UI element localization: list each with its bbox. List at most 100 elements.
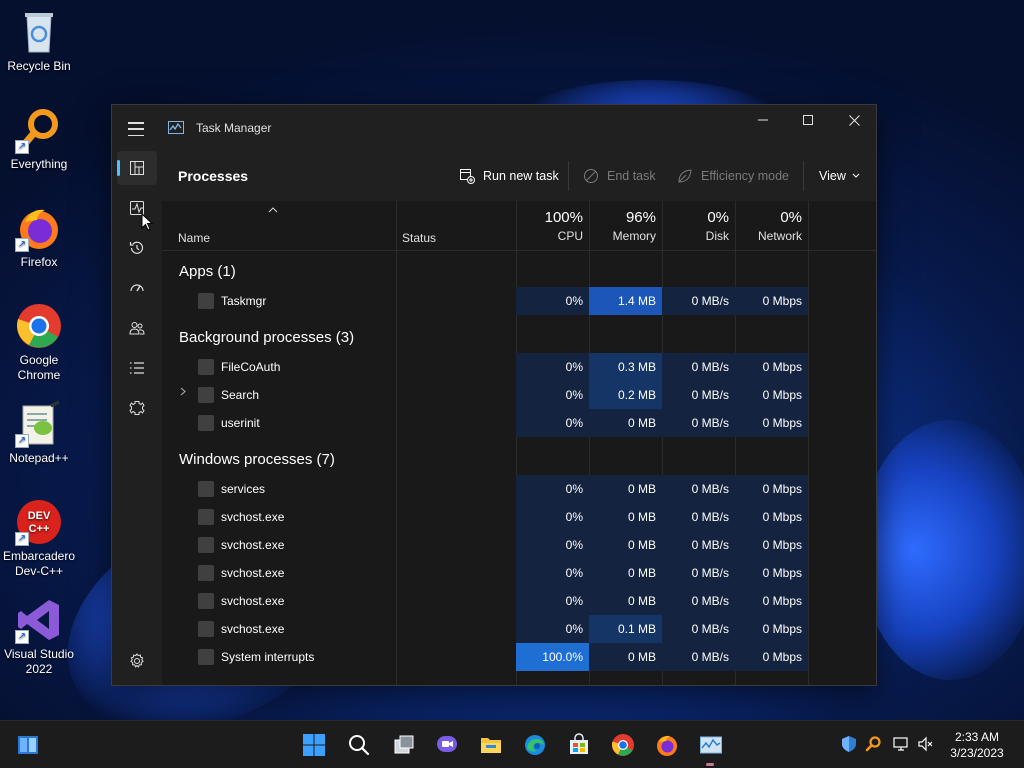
cpu-cell: 100.0%	[516, 643, 589, 671]
group-header-windows-processes[interactable]: Windows processes (7)	[162, 439, 876, 473]
store-button[interactable]	[565, 731, 593, 759]
efficiency-mode-label: Efficiency mode	[701, 169, 790, 183]
firefox-icon: ↗	[15, 204, 63, 252]
show-desktop-widget-button[interactable]	[14, 731, 42, 759]
desktop-icon-label: Recycle Bin	[7, 59, 71, 73]
desktop-icon-notepad-plus-plus[interactable]: ↗ Notepad++	[2, 400, 76, 466]
chrome-icon	[612, 734, 634, 756]
task-manager-button[interactable]	[697, 731, 725, 759]
table-row[interactable]: services 0% 0 MB 0 MB/s 0 Mbps	[162, 475, 876, 503]
process-name: Search	[221, 388, 260, 402]
table-row[interactable]: svchost.exe 0% 0.1 MB 0 MB/s 0 Mbps	[162, 615, 876, 643]
search-button[interactable]	[345, 731, 373, 759]
services-icon	[129, 401, 145, 415]
run-new-task-button[interactable]: Run new task	[459, 166, 559, 186]
clock[interactable]: 2:33 AM 3/23/2023	[936, 729, 1018, 761]
disk-cell: 0 MB/s	[662, 531, 735, 559]
view-dropdown[interactable]: View	[819, 166, 868, 186]
column-header-memory[interactable]: 96% Memory	[589, 209, 656, 243]
table-row[interactable]: userinit 0% 0 MB 0 MB/s 0 Mbps	[162, 409, 876, 437]
task-manager-window: Task Manager Processes Run new task End …	[111, 104, 877, 686]
settings-button[interactable]	[127, 651, 147, 671]
firefox-button[interactable]	[653, 731, 681, 759]
group-header-apps[interactable]: Apps (1)	[162, 251, 876, 285]
nav-item-processes[interactable]	[117, 151, 157, 185]
process-icon	[198, 649, 214, 665]
desktop-icon-recycle-bin[interactable]: Recycle Bin	[2, 8, 76, 74]
desktop-icon-everything[interactable]: ↗ Everything	[2, 106, 76, 172]
column-header-name[interactable]: Name	[178, 231, 210, 245]
network-cell: 0 Mbps	[735, 643, 808, 671]
shield-icon	[842, 736, 856, 752]
toolbar-divider	[803, 161, 804, 191]
desktop-icon-visual-studio[interactable]: ↗ Visual Studio 2022	[2, 596, 76, 677]
network-tray-button[interactable]	[892, 735, 910, 753]
table-row[interactable]: System interrupts 100.0% 0 MB 0 MB/s 0 M…	[162, 643, 876, 671]
desktop-icon-label: Google Chrome	[17, 353, 61, 382]
shortcut-arrow-icon: ↗	[15, 140, 29, 154]
table-row[interactable]: svchost.exe 0% 0 MB 0 MB/s 0 Mbps	[162, 559, 876, 587]
hamburger-menu-icon[interactable]	[126, 119, 146, 139]
end-task-label: End task	[607, 169, 656, 183]
maximize-button[interactable]	[785, 105, 831, 135]
nav-rail	[112, 151, 162, 685]
start-button[interactable]	[300, 731, 328, 759]
nav-item-services[interactable]	[117, 391, 157, 425]
table-row[interactable]: svchost.exe 0% 0 MB 0 MB/s 0 Mbps	[162, 503, 876, 531]
table-header: Name Status 100% CPU 96% Memory 0% Disk …	[162, 201, 876, 251]
desktop-icon-dev-cpp[interactable]: DEV C++ ↗ Embarcadero Dev-C++	[2, 498, 76, 579]
minimize-button[interactable]	[740, 105, 786, 135]
edge-button[interactable]	[521, 731, 549, 759]
everything-tray-button[interactable]	[864, 735, 882, 753]
memory-total-percent: 96%	[625, 209, 656, 226]
volume-tray-button[interactable]	[917, 735, 935, 753]
toolbar-divider	[568, 161, 569, 191]
security-tray-button[interactable]	[840, 735, 858, 753]
nav-item-details[interactable]	[117, 351, 157, 385]
table-row[interactable]: svchost.exe 0% 0 MB 0 MB/s 0 Mbps	[162, 531, 876, 559]
nav-item-app-history[interactable]	[117, 231, 157, 265]
desktop-icon-firefox[interactable]: ↗ Firefox	[2, 204, 76, 270]
nav-item-startup-apps[interactable]	[117, 271, 157, 305]
shortcut-arrow-icon: ↗	[15, 434, 29, 448]
process-icon	[198, 293, 214, 309]
chat-button[interactable]	[433, 731, 461, 759]
table-row[interactable]: svchost.exe 0% 0 MB 0 MB/s 0 Mbps	[162, 587, 876, 615]
column-header-cpu[interactable]: 100% CPU	[516, 209, 583, 243]
memory-cell: 0 MB	[589, 503, 662, 531]
cpu-cell: 0%	[516, 353, 589, 381]
recycle-bin-icon	[15, 8, 63, 56]
chevron-down-icon	[852, 173, 860, 178]
table-row[interactable]: FileCoAuth 0% 0.3 MB 0 MB/s 0 Mbps	[162, 353, 876, 381]
network-cell: 0 Mbps	[735, 503, 808, 531]
processes-panel: Processes Run new task End task Efficien…	[162, 151, 876, 685]
column-header-status[interactable]: Status	[402, 231, 436, 245]
table-row[interactable]: Taskmgr 0% 1.4 MB 0 MB/s 0 Mbps	[162, 287, 876, 315]
table-row[interactable]: Search 0% 0.2 MB 0 MB/s 0 Mbps	[162, 381, 876, 409]
window-title: Task Manager	[196, 121, 272, 135]
process-icon	[198, 509, 214, 525]
efficiency-mode-button[interactable]: Efficiency mode	[677, 166, 789, 186]
shortcut-arrow-icon: ↗	[15, 532, 29, 546]
network-cell: 0 Mbps	[735, 409, 808, 437]
disk-cell: 0 MB/s	[662, 353, 735, 381]
cpu-total-percent: 100%	[544, 209, 583, 226]
clock-time: 2:33 AM	[954, 730, 1000, 744]
column-header-network[interactable]: 0% Network	[735, 209, 802, 243]
close-button[interactable]	[831, 105, 876, 135]
end-task-button[interactable]: End task	[583, 166, 656, 186]
desktop-icon-google-chrome[interactable]: Google Chrome	[2, 302, 76, 383]
process-name: FileCoAuth	[221, 360, 281, 374]
nav-item-users[interactable]	[117, 311, 157, 345]
run-new-task-label: Run new task	[483, 169, 559, 183]
column-header-disk[interactable]: 0% Disk	[662, 209, 729, 243]
memory-header-label: Memory	[612, 229, 656, 243]
group-header-background-processes[interactable]: Background processes (3)	[162, 317, 876, 351]
expand-chevron-icon[interactable]	[180, 387, 186, 399]
process-icon	[198, 415, 214, 431]
task-view-button[interactable]	[390, 731, 418, 759]
disk-cell: 0 MB/s	[662, 559, 735, 587]
chrome-button[interactable]	[609, 731, 637, 759]
file-explorer-button[interactable]	[477, 731, 505, 759]
title-bar[interactable]: Task Manager	[112, 105, 876, 151]
